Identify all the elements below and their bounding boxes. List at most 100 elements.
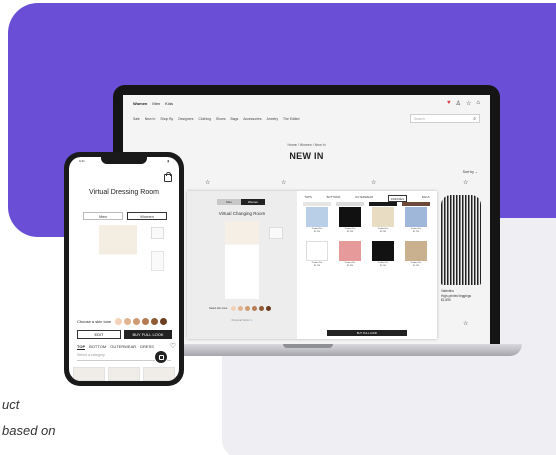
star-icon[interactable]: ☆ — [463, 179, 468, 186]
tab-dress[interactable]: DRESS — [140, 344, 154, 350]
modal-product-card[interactable]: Product Pro $1,250 — [402, 241, 430, 271]
side-product-price: $1,890 — [441, 298, 451, 302]
search-input[interactable]: Search ⌕ — [410, 114, 480, 123]
modal-buy-full-look-button[interactable]: BUY FULL LOOK — [327, 330, 407, 336]
modal-women-toggle[interactable]: Women — [241, 199, 265, 205]
cat-new-in[interactable]: New In — [145, 117, 156, 121]
modal-men-toggle[interactable]: Men — [217, 199, 241, 205]
modal-product-card[interactable]: Product Pro $1,250 — [369, 241, 397, 271]
buy-full-look-button[interactable]: BUY FULL LOOK — [124, 330, 172, 339]
phone-skin-label: Choose a skin tone — [77, 319, 112, 324]
personal-stylist-link[interactable]: Personal Stylist ✎ — [187, 319, 297, 322]
cat-bags[interactable]: Bags — [231, 117, 239, 121]
cat-designers[interactable]: Designers — [178, 117, 193, 121]
nav-women[interactable]: Women — [133, 101, 147, 106]
product-thumb — [339, 241, 361, 261]
strip-thumb — [402, 202, 430, 206]
site-navbar: Women Men Kids Sale New In Shop By Desig… — [123, 95, 490, 129]
cat-shop-by[interactable]: Shop By — [160, 117, 173, 121]
heart-icon[interactable]: ♥ — [447, 100, 451, 107]
skin-swatch[interactable] — [238, 306, 244, 311]
phone-model-image — [99, 225, 137, 310]
cat-clothing[interactable]: Clothing — [198, 117, 210, 121]
tagline-line-2: based on — [2, 423, 56, 438]
product-thumb[interactable] — [108, 367, 140, 381]
cat-jewelry[interactable]: Jewelry — [267, 117, 279, 121]
skin-swatch[interactable] — [115, 318, 123, 325]
skin-swatch[interactable] — [259, 306, 265, 311]
edit-button[interactable]: EDIT — [77, 330, 121, 339]
modal-tab-dresses[interactable]: DRESSES — [387, 195, 408, 202]
phone-men-toggle[interactable]: Men — [83, 212, 123, 220]
product-thumb — [306, 207, 328, 227]
modal-tab-bottoms[interactable]: BOTTOMS — [327, 195, 341, 202]
star-icon[interactable]: ☆ — [205, 179, 210, 186]
sort-by-dropdown[interactable]: Sort by ⌄ — [463, 170, 478, 174]
laptop-notch — [283, 344, 333, 348]
phone-top-thumb[interactable] — [151, 227, 164, 239]
tab-top[interactable]: TOP — [77, 344, 86, 350]
modal-product-card[interactable]: Product Pro $1,250 — [303, 207, 331, 237]
skin-swatch[interactable] — [231, 306, 237, 311]
striped-product-image[interactable] — [441, 195, 481, 285]
modal-model-image — [225, 221, 259, 299]
strip-thumb — [369, 202, 397, 206]
cat-edited[interactable]: The Edited — [283, 117, 299, 121]
skin-swatch[interactable] — [142, 318, 150, 325]
star-icon[interactable]: ☆ — [371, 179, 376, 186]
skin-swatch[interactable] — [252, 306, 258, 311]
skin-swatch[interactable] — [245, 306, 251, 311]
product-caption: Product Pro $1,250 — [344, 262, 356, 267]
stage: uct based on Women Men Kids Sale New In … — [0, 0, 556, 455]
search-icon[interactable]: ⌕ — [473, 116, 476, 122]
dressing-room-fab[interactable] — [154, 350, 168, 364]
modal-product-card[interactable]: Product Pro $1,250 — [303, 241, 331, 271]
skin-swatch[interactable] — [160, 318, 168, 325]
modal-tab-bags[interactable]: BAGS — [422, 195, 430, 202]
product-thumb[interactable] — [73, 367, 105, 381]
cat-shoes[interactable]: Shoes — [216, 117, 226, 121]
strip-thumb — [303, 202, 331, 206]
heart-icon[interactable]: ♡ — [170, 342, 176, 350]
product-caption: Product Pro $1,250 — [311, 262, 323, 267]
modal-product-card[interactable]: Product Pro $1,250 — [336, 241, 364, 271]
nav-men[interactable]: Men — [152, 101, 160, 106]
skin-swatch[interactable] — [124, 318, 132, 325]
nav-kids[interactable]: Kids — [165, 101, 173, 106]
product-caption: Product Pro $1,250 — [410, 228, 422, 233]
modal-title: Virtual Changing Room — [218, 211, 266, 216]
modal-tab-outerwear[interactable]: OUTERWEAR — [355, 195, 373, 202]
search-placeholder: Search — [414, 117, 425, 121]
phone-frame: 9:41 ▮ Virtual Dressing Room Men Women C… — [64, 152, 184, 386]
skin-swatch[interactable] — [151, 318, 159, 325]
product-caption: Product Pro $1,250 — [311, 228, 323, 233]
cat-sale[interactable]: Sale — [133, 117, 140, 121]
modal-skin-tone-row: Select skin tone — [209, 306, 272, 311]
wishlist-star-icon[interactable]: ☆ — [466, 100, 471, 107]
strip-thumb — [336, 202, 364, 206]
personal-stylist-label: Personal Stylist — [231, 319, 250, 322]
cat-accessories[interactable]: Accessories — [243, 117, 261, 121]
star-icon[interactable]: ☆ — [281, 179, 286, 186]
modal-product-card[interactable]: Product Pro $1,250 — [336, 207, 364, 237]
shopping-bag-icon[interactable] — [164, 172, 172, 182]
modal-product-card[interactable]: Product Pro $1,250 — [402, 207, 430, 237]
cart-icon[interactable]: ⌂ — [476, 100, 480, 107]
phone-screen: 9:41 ▮ Virtual Dressing Room Men Women C… — [69, 157, 179, 381]
user-icon[interactable]: ♙ — [456, 100, 461, 107]
modal-garment-thumb[interactable] — [269, 227, 283, 239]
star-icon[interactable]: ☆ — [463, 320, 468, 327]
tab-outerwear[interactable]: OUTERWEAR — [110, 344, 136, 350]
phone-bottom-thumb[interactable] — [151, 251, 164, 271]
product-thumb — [372, 241, 394, 261]
phone-women-toggle[interactable]: Women — [127, 212, 167, 220]
product-caption: Product Pro $1,250 — [410, 262, 422, 267]
modal-tab-tops[interactable]: TOPS — [304, 195, 312, 202]
phone-action-row: EDIT BUY FULL LOOK — [77, 330, 172, 339]
skin-swatch[interactable] — [266, 306, 272, 311]
product-thumb[interactable] — [143, 367, 175, 381]
skin-swatch[interactable] — [133, 318, 141, 325]
tab-bottom[interactable]: BOTTOM — [89, 344, 106, 350]
phone-product-thumbs — [73, 367, 175, 381]
modal-product-card[interactable]: Product Pro $1,250 — [369, 207, 397, 237]
